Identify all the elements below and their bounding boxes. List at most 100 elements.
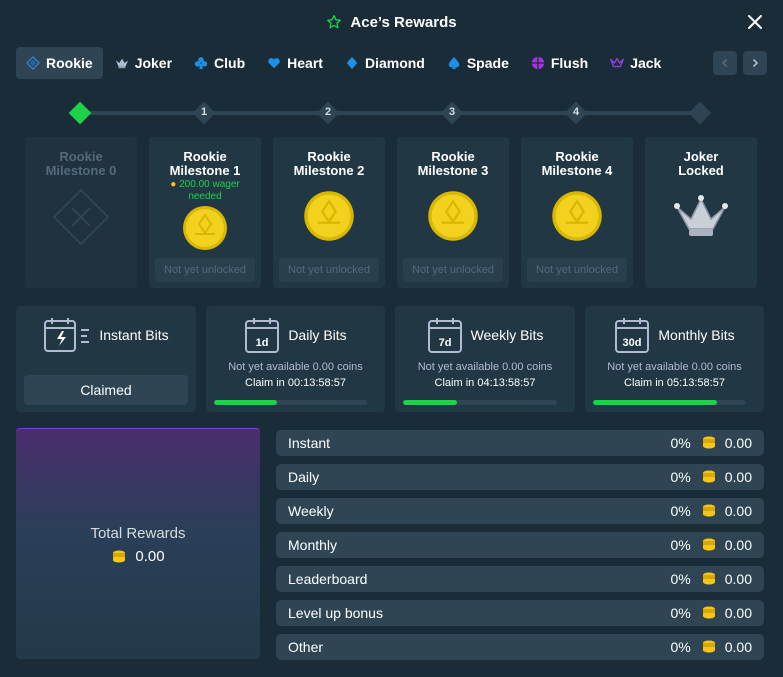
milestone-card-4: Rookie Milestone 4 Not yet unlocked [521, 137, 633, 288]
milestone-card-3: Rookie Milestone 3 Not yet unlocked [397, 137, 509, 288]
reward-row-level-up: Level up bonus 0% 0.00 [276, 600, 764, 626]
milestone-title-line2: Milestone 2 [293, 163, 365, 178]
gold-coin-icon [552, 191, 602, 241]
milestone-title-line1: Joker [683, 149, 719, 164]
locked-diamond-icon [52, 188, 110, 246]
total-rewards-value: 0.00 [16, 548, 260, 565]
wager-needed: needed [188, 191, 222, 202]
tab-label: Flush [550, 55, 589, 71]
rewards-breakdown-list: Instant 0% 0.00 Daily 0% 0.00 Weekly 0% … [276, 430, 764, 668]
club-icon [194, 57, 208, 70]
monthly-bits-title: Monthly Bits [658, 327, 735, 343]
weekly-calendar-icon: 7d [427, 318, 462, 353]
milestone-card-joker: Joker Locked [645, 137, 757, 288]
milestone-title-line1: Rookie [307, 149, 351, 164]
reward-label: Leaderboard [288, 571, 368, 587]
tab-scroll-controls [713, 51, 767, 75]
milestone-title: Rookie Milestone 4 [521, 150, 633, 178]
reward-value: 0.00 [724, 503, 752, 519]
daily-progress-bar [214, 400, 367, 405]
weekly-badge: 7d [438, 337, 451, 349]
tab-club[interactable]: Club [184, 47, 255, 79]
reward-row-leaderboard: Leaderboard 0% 0.00 [276, 566, 764, 592]
reward-label: Other [288, 639, 324, 655]
monthly-progress-fill [593, 400, 717, 405]
title-group: Ace’s Rewards [326, 14, 457, 31]
spade-icon [448, 56, 460, 70]
chevron-right-icon [752, 58, 759, 68]
reward-value: 0.00 [724, 537, 752, 553]
daily-bits-title: Daily Bits [288, 327, 347, 343]
daily-calendar-icon: 1d [245, 318, 280, 353]
milestone-title-line2: Milestone 3 [417, 163, 489, 178]
star-icon [327, 15, 342, 29]
daily-badge: 1d [256, 337, 269, 349]
daily-bits-card: 1d Daily Bits Not yet available 0.00 coi… [206, 306, 385, 412]
tab-spade[interactable]: Spade [437, 47, 519, 79]
reward-label: Instant [288, 435, 331, 451]
coin-stack-icon [702, 640, 715, 653]
jack-crown-icon [610, 57, 625, 68]
tab-jack[interactable]: Jack [600, 47, 671, 79]
milestone-status: Not yet unlocked [279, 258, 379, 282]
coin-stack-icon [702, 538, 715, 551]
tab-diamond[interactable]: Diamond [335, 47, 435, 79]
reward-percent: 0% [670, 639, 691, 655]
flush-icon [531, 56, 544, 70]
tab-flush[interactable]: Flush [521, 47, 598, 79]
tab-joker[interactable]: Joker [105, 47, 182, 79]
scroll-right-button[interactable] [743, 51, 767, 75]
reward-value: 0.00 [724, 605, 752, 621]
wager-requirement: ● 200.00 wager needed [149, 179, 261, 203]
total-rewards-title: Total Rewards [90, 525, 186, 542]
tab-label: Spade [466, 55, 509, 71]
instant-bits-card: Instant Bits Claimed [16, 306, 196, 412]
milestone-title-line1: Rookie [183, 149, 227, 164]
tier-tabs: Rookie Joker Club Heart Diamond Spade Fl… [16, 47, 767, 79]
reward-row-weekly: Weekly 0% 0.00 [276, 498, 764, 524]
monthly-claim-timer: Claim in 05:13:58:57 [624, 377, 725, 389]
tab-heart[interactable]: Heart [257, 47, 333, 79]
monthly-badge: 30d [623, 337, 642, 349]
scroll-left-button[interactable] [713, 51, 737, 75]
daily-bits-header: 1d Daily Bits [206, 316, 385, 354]
reward-value: 0.00 [724, 639, 752, 655]
joker-crown-icon [115, 58, 128, 69]
milestone-title-line2: Milestone 1 [169, 163, 241, 178]
tab-label: Club [214, 55, 246, 71]
reward-label: Daily [288, 469, 320, 485]
milestone-title-line2: Locked [678, 163, 724, 178]
weekly-progress-bar [403, 400, 557, 405]
monthly-bits-header: 30d Monthly Bits [585, 316, 764, 354]
milestone-title-line1: Rookie [431, 149, 475, 164]
coin-stack-icon [113, 550, 126, 562]
track-node-end [688, 101, 712, 125]
reward-value: 0.00 [724, 435, 752, 451]
track-node-start [68, 101, 92, 125]
close-icon[interactable] [745, 12, 765, 32]
monthly-availability: Not yet available 0.00 coins [607, 361, 742, 373]
milestone-title: Rookie Milestone 3 [397, 150, 509, 178]
milestone-title-line1: Rookie [555, 149, 599, 164]
reward-row-other: Other 0% 0.00 [276, 634, 764, 660]
daily-claim-timer: Claim in 00:13:58:57 [245, 377, 346, 389]
tab-label: Rookie [46, 55, 93, 71]
milestone-status: Not yet unlocked [403, 258, 503, 282]
milestone-status: Not yet unlocked [155, 258, 255, 282]
tab-rookie[interactable]: Rookie [16, 47, 103, 79]
gold-coin-icon [183, 206, 227, 250]
total-amount: 0.00 [135, 548, 165, 565]
claimed-button[interactable]: Claimed [24, 375, 188, 405]
instant-calendar-icon [44, 318, 90, 352]
milestone-card-0: Rookie Milestone 0 [25, 137, 137, 288]
tab-label: Joker [134, 55, 173, 71]
rookie-diamond-icon [26, 56, 40, 70]
milestone-title-line2: Milestone 0 [45, 163, 117, 178]
coin-stack-icon [702, 504, 715, 517]
weekly-availability: Not yet available 0.00 coins [417, 361, 553, 373]
coin-stack-icon [702, 606, 715, 619]
reward-row-daily: Daily 0% 0.00 [276, 464, 764, 490]
milestone-card-1: Rookie Milestone 1 ● 200.00 wager needed… [149, 137, 261, 288]
heart-icon [268, 58, 280, 69]
modal-header: Ace’s Rewards [0, 0, 783, 44]
